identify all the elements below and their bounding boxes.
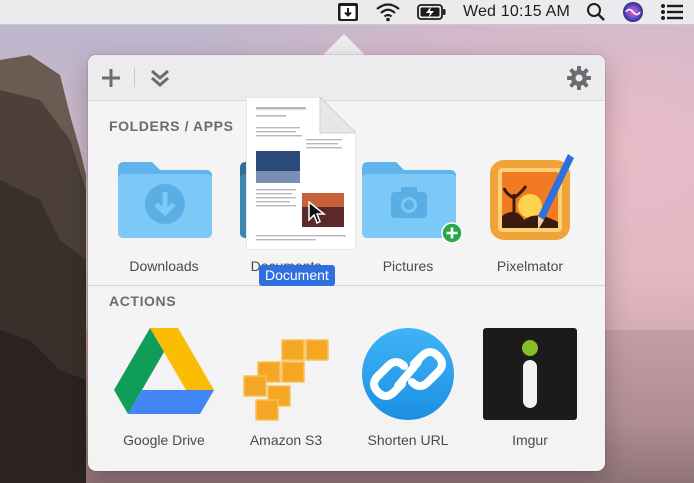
google-drive-icon — [114, 328, 214, 428]
folder-label: Downloads — [129, 258, 199, 274]
dropzone-icon[interactable] — [337, 2, 359, 22]
downloads-folder-icon — [114, 154, 214, 254]
wifi-icon[interactable] — [375, 2, 401, 22]
action-label: Amazon S3 — [249, 432, 323, 448]
toolbar-separator — [134, 68, 135, 87]
action-label: Shorten URL — [367, 432, 449, 448]
action-tile-amazon-s3[interactable]: Amazon S3 — [231, 328, 341, 458]
cursor-arrow-icon — [308, 200, 327, 230]
menu-bar-clock[interactable]: Wed 10:15 AM — [463, 3, 570, 21]
double-chevron-down-icon[interactable] — [147, 65, 173, 91]
battery-charging-icon[interactable] — [417, 3, 447, 21]
document-thumbnail-icon[interactable] — [245, 95, 358, 251]
action-label: Imgur — [512, 432, 548, 448]
notification-center-icon[interactable] — [660, 3, 684, 21]
link-chain-icon — [358, 328, 458, 428]
popover-arrow — [323, 34, 365, 55]
action-tile-google-drive[interactable]: Google Drive — [109, 328, 219, 458]
pixelmator-app-icon — [480, 154, 580, 254]
plus-icon[interactable] — [98, 65, 124, 91]
imgur-icon — [480, 328, 580, 428]
actions-heading: ACTIONS — [109, 293, 177, 309]
action-label: Google Drive — [123, 432, 205, 448]
app-label: Pixelmator — [496, 258, 564, 274]
section-divider — [88, 285, 605, 286]
folders-apps-heading: FOLDERS / APPS — [109, 118, 234, 134]
spotlight-search-icon[interactable] — [586, 2, 606, 22]
action-tile-imgur[interactable]: Imgur — [475, 328, 585, 458]
popover-toolbar — [88, 55, 605, 101]
folder-tile-downloads[interactable]: Downloads — [109, 154, 219, 284]
app-tile-pixelmator[interactable]: Pixelmator — [475, 154, 585, 284]
amazon-s3-icon — [236, 328, 336, 428]
folder-label: Pictures — [382, 258, 434, 274]
siri-icon[interactable] — [622, 1, 644, 23]
menu-bar: Wed 10:15 AM — [0, 0, 694, 25]
folder-tile-pictures[interactable]: Pictures — [353, 154, 463, 284]
add-plus-badge-icon — [441, 222, 463, 249]
gear-icon[interactable] — [566, 65, 592, 91]
action-tile-shorten-url[interactable]: Shorten URL — [353, 328, 463, 458]
drag-badge: Document — [259, 265, 335, 286]
